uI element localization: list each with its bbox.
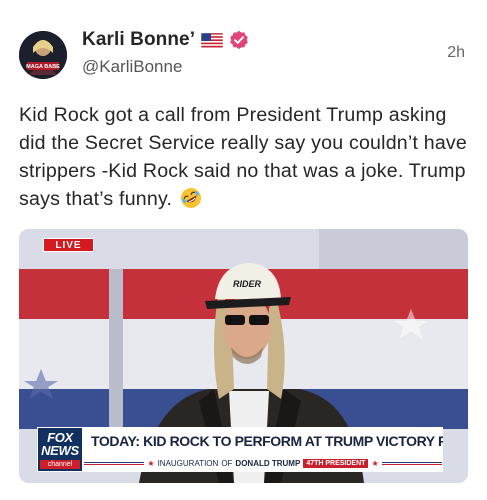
- stripe-decoration-right: [381, 462, 442, 465]
- live-badge: LIVE: [43, 238, 94, 252]
- avatar-text: MAGA BABE: [26, 64, 60, 70]
- fox-logo-channel-text: channel: [40, 460, 80, 469]
- post-body: Kid Rock got a call from President Trump…: [19, 101, 474, 213]
- star-icon: ★: [371, 459, 379, 468]
- verified-badge-icon: [230, 30, 248, 49]
- us-flag-icon: [201, 32, 224, 48]
- fox-logo-news-text: NEWS: [41, 443, 79, 458]
- star-icon: ★: [147, 459, 155, 468]
- post-text: Kid Rock got a call from President Trump…: [19, 104, 468, 210]
- avatar-image: MAGA BABE: [19, 31, 67, 79]
- cap-logo-text: RIDER: [233, 279, 262, 289]
- stripe-decoration-left: [84, 462, 145, 465]
- author-name-row: Karli Bonne’: [82, 29, 249, 51]
- fox-news-logo: FOX NEWS channel: [37, 427, 83, 472]
- post-media-image[interactable]: RIDER LIVE FOX NEWS channel TODAY: KID R…: [19, 229, 468, 483]
- author-handle[interactable]: @KarliBonne: [82, 57, 182, 77]
- chyron-headline: TODAY: KID ROCK TO PERFORM AT TRUMP VICT…: [83, 427, 443, 455]
- chyron-sub-prefix: INAUGURATION: [157, 459, 219, 468]
- rolling-on-floor-laughing-icon: [180, 188, 201, 208]
- author-avatar[interactable]: MAGA BABE: [19, 31, 67, 79]
- chyron-subline: ★ INAUGURATION OF DONALD TRUMP 47TH PRES…: [83, 455, 443, 472]
- news-chyron: FOX NEWS channel TODAY: KID ROCK TO PERF…: [37, 427, 443, 472]
- chyron-sub-of: OF: [221, 459, 233, 468]
- post-timestamp[interactable]: 2h: [447, 44, 465, 62]
- chyron-sub-badge: 47TH PRESIDENT: [303, 459, 369, 468]
- chyron-sub-name: DONALD TRUMP: [235, 459, 301, 468]
- author-display-name[interactable]: Karli Bonne’: [82, 29, 195, 51]
